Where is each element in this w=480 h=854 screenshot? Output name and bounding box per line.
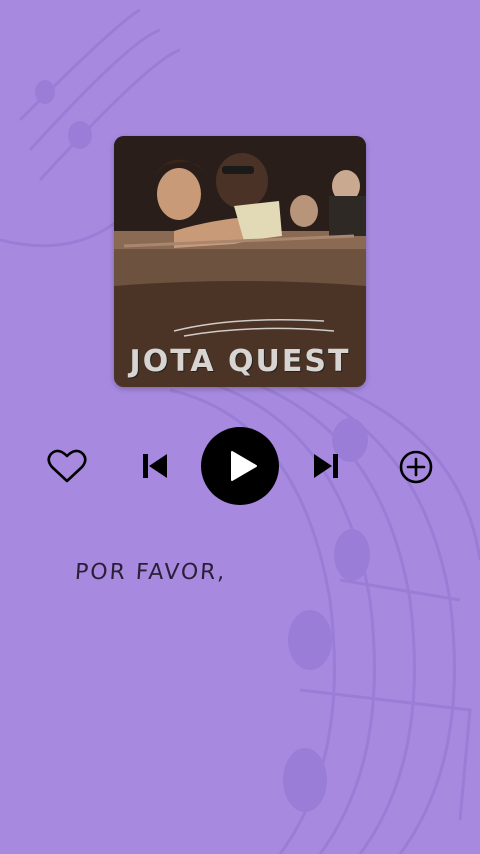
play-icon [231,451,257,481]
album-cover-text: JOTA QUEST [129,344,351,379]
add-to-playlist-button[interactable] [398,449,434,485]
lyric-line: POR FAVOR, [74,560,228,585]
heart-outline-icon [47,449,87,483]
add-circle-icon [399,450,433,484]
play-button[interactable] [201,427,279,505]
skip-previous-icon [143,454,167,478]
previous-button[interactable] [141,451,169,481]
album-cover: JOTA QUEST [114,136,366,387]
skip-next-icon [314,454,338,478]
next-button[interactable] [312,451,340,481]
like-button[interactable] [47,448,87,484]
player-controls [0,426,480,506]
